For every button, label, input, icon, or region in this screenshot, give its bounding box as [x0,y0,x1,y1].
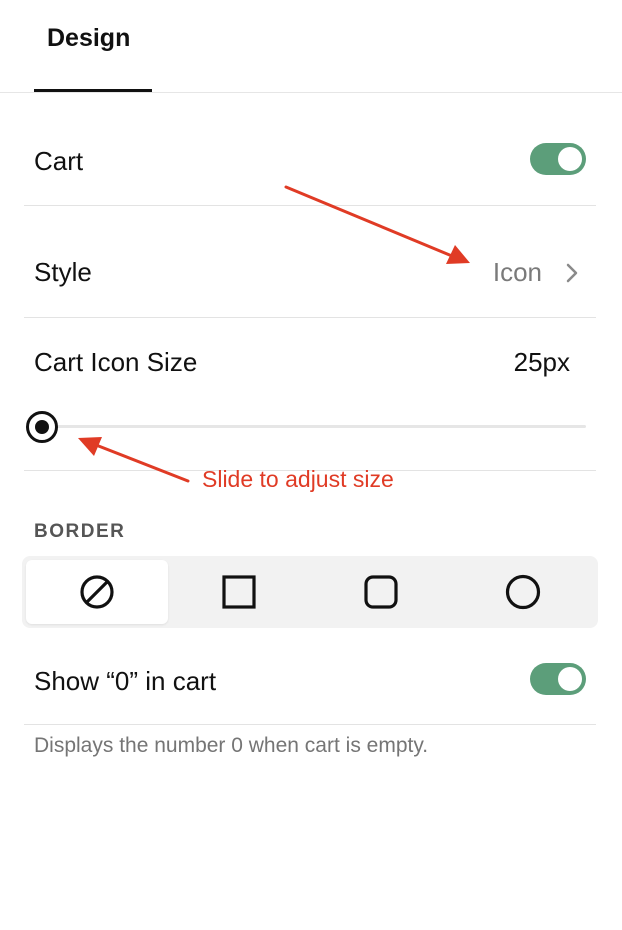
show-zero-helper-text: Displays the number 0 when cart is empty… [34,734,429,757]
square-icon [222,575,256,609]
icon-size-slider-thumb[interactable] [26,411,58,443]
icon-size-label: Cart Icon Size [34,347,198,377]
border-option-none[interactable] [26,560,168,624]
icon-size-value: 25px [513,347,570,377]
border-option-circle[interactable] [452,560,594,624]
show-zero-label: Show “0” in cart [34,666,217,696]
rounded-square-icon [364,575,398,609]
show-zero-toggle[interactable] [530,663,586,695]
border-option-rounded[interactable] [310,560,452,624]
circle-icon [505,574,541,610]
cart-toggle[interactable] [530,143,586,175]
border-option-square[interactable] [168,560,310,624]
icon-size-slider-track[interactable] [42,425,586,428]
slider-annotation-text: Slide to adjust size [202,466,394,492]
none-icon [80,575,114,609]
cart-label: Cart [34,146,84,176]
annotation-arrows [78,185,470,483]
chevron-right-icon [566,263,578,283]
divider [24,205,596,206]
border-section-label: BORDER [34,521,126,542]
divider [24,724,596,725]
show-zero-toggle-knob [558,667,582,691]
tab-bar: Design [0,0,622,93]
cart-toggle-knob [558,147,582,171]
tab-design-label: Design [47,24,131,52]
divider [24,317,596,318]
border-style-selector [22,556,598,628]
style-value: Icon [492,257,542,287]
style-label: Style [34,257,92,287]
arrow-to-style-icon [284,185,470,264]
tab-design[interactable]: Design [34,0,152,92]
slider-thumb-dot [35,420,49,434]
arrow-to-slider [78,437,190,483]
